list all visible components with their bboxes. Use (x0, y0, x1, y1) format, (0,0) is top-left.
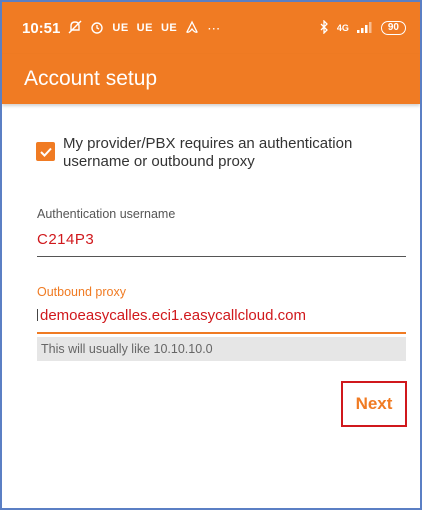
status-indicator-1: UE (112, 22, 129, 34)
auth-checkbox-label: My provider/PBX requires an authenticati… (63, 135, 353, 170)
auth-username-label: Authentication username (37, 207, 176, 221)
page-title: Account setup (24, 67, 158, 90)
auth-checkbox-row[interactable]: My provider/PBX requires an authenticati… (36, 135, 406, 171)
outbound-proxy-hint: This will usually like 10.10.10.0 (37, 337, 406, 361)
app-bar: Account setup (2, 54, 420, 104)
auth-checkbox[interactable] (36, 142, 55, 161)
battery-indicator: 90 (380, 21, 406, 35)
text-cursor (37, 309, 38, 321)
status-left: 10:51 UE UE UE ⋯ (22, 20, 220, 37)
outbound-proxy-input[interactable]: demoeasycalles.eci1.easycallcloud.com (37, 307, 306, 324)
auth-username-input[interactable]: C214P3 (37, 231, 94, 248)
status-right: 4G 90 (319, 19, 406, 36)
network-label: 4G (336, 23, 349, 33)
mute-icon (68, 20, 82, 36)
outbound-proxy-value: demoeasycalles.eci1.easycallcloud.com (40, 307, 306, 324)
status-indicator-2: UE (136, 22, 153, 34)
outbound-proxy-underline (37, 332, 406, 334)
checkmark-icon (39, 147, 52, 157)
outbound-proxy-label: Outbound proxy (37, 285, 126, 299)
status-indicator-3: UE (160, 22, 178, 34)
next-button[interactable]: Next (341, 381, 407, 427)
status-bar: 10:51 UE UE UE ⋯ 4G 90 (2, 2, 420, 54)
alarm-icon (90, 20, 104, 36)
status-time: 10:51 (22, 19, 61, 37)
airbnb-icon (185, 20, 199, 36)
signal-icon (356, 21, 373, 35)
bluetooth-icon (319, 19, 329, 36)
auth-username-underline (37, 256, 406, 257)
more-dots-icon: ⋯ (207, 20, 221, 36)
